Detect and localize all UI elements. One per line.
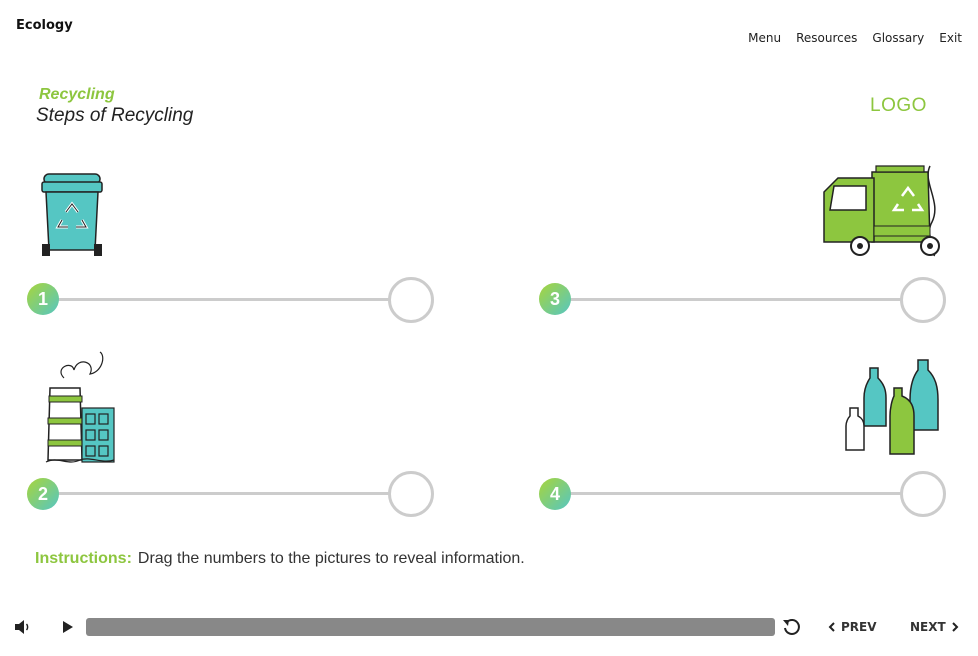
next-button[interactable]: NEXT <box>910 620 959 634</box>
next-label: NEXT <box>910 620 946 634</box>
chevron-left-icon <box>828 622 835 632</box>
prev-button[interactable]: PREV <box>828 620 877 634</box>
progress-bar[interactable] <box>86 618 775 636</box>
menu-link[interactable]: Menu <box>748 31 781 45</box>
number-badge-4[interactable]: 4 <box>539 478 571 510</box>
garbage-truck-icon <box>820 162 944 258</box>
recycling-bin-icon <box>38 170 106 260</box>
player-bar: PREV NEXT <box>0 610 978 644</box>
replay-icon[interactable] <box>782 618 802 641</box>
drop-target-1[interactable] <box>388 277 434 323</box>
number-badge-1[interactable]: 1 <box>27 283 59 315</box>
slide-kicker: Recycling <box>39 86 115 103</box>
bottles-icon <box>840 356 942 458</box>
instructions-label: Instructions: <box>35 550 132 567</box>
drag-track-2 <box>43 492 393 495</box>
exit-link[interactable]: Exit <box>939 31 962 45</box>
drag-track-4 <box>555 492 905 495</box>
course-title: Ecology <box>16 18 73 33</box>
chevron-right-icon <box>951 622 959 632</box>
volume-icon[interactable] <box>14 619 32 640</box>
glossary-link[interactable]: Glossary <box>872 31 924 45</box>
drop-target-2[interactable] <box>388 471 434 517</box>
drop-target-4[interactable] <box>900 471 946 517</box>
drag-track-3 <box>555 298 905 301</box>
drop-target-3[interactable] <box>900 277 946 323</box>
instructions: Instructions: Drag the numbers to the pic… <box>35 550 525 568</box>
instructions-text: Drag the numbers to the pictures to reve… <box>137 550 525 567</box>
resources-link[interactable]: Resources <box>796 31 857 45</box>
number-badge-2[interactable]: 2 <box>27 478 59 510</box>
play-icon[interactable] <box>62 620 74 639</box>
slide-title: Steps of Recycling <box>36 105 194 126</box>
number-badge-3[interactable]: 3 <box>539 283 571 315</box>
prev-label: PREV <box>841 620 877 634</box>
drag-track-1 <box>43 298 393 301</box>
logo: LOGO <box>870 95 927 116</box>
top-nav: Menu Resources Glossary Exit <box>748 31 962 45</box>
factory-icon <box>44 348 118 468</box>
